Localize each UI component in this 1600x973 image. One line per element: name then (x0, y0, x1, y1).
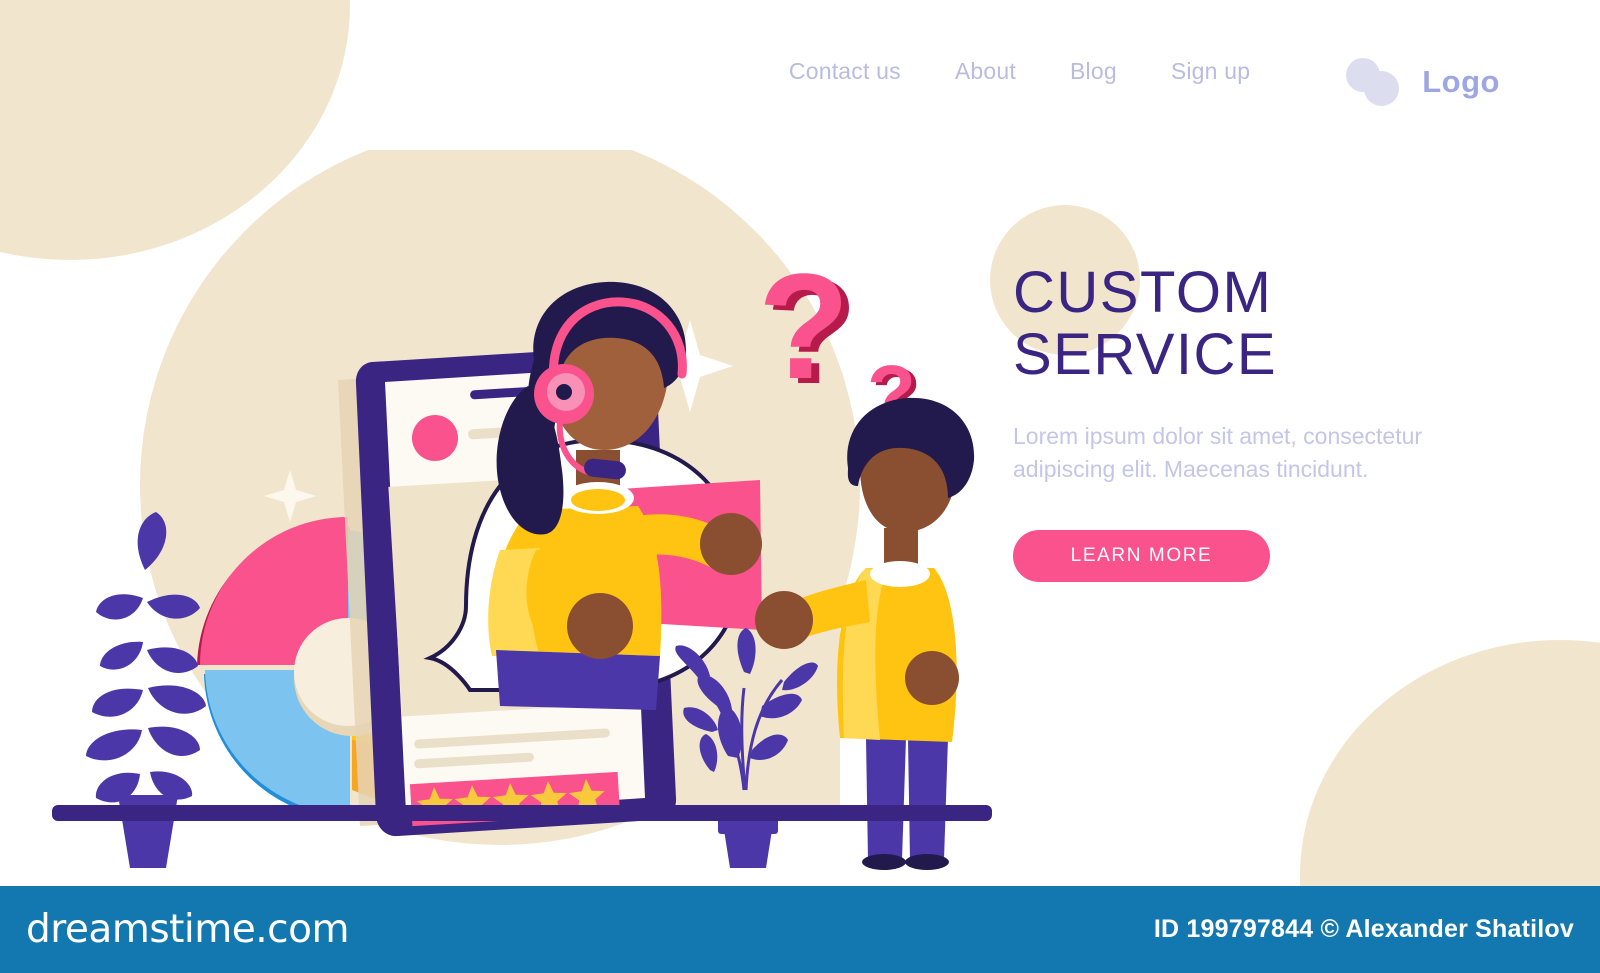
page-title-line-2: SERVICE (1013, 322, 1278, 387)
top-navigation: Contact us About Blog Sign up Logo (0, 0, 1600, 150)
nav-link-about[interactable]: About (955, 58, 1016, 85)
hero-subtitle: Lorem ipsum dolor sit amet, consectetur … (1013, 423, 1423, 482)
image-credit-label: ID 199797844 © Alexander Shatilov (1153, 915, 1574, 943)
hero-copy-block: CUSTOM SERVICE Lorem ipsum dolor sit ame… (1013, 262, 1543, 582)
page-title-line-1: CUSTOM (1013, 260, 1273, 325)
page-title: CUSTOM SERVICE (1013, 262, 1543, 386)
svg-text:?: ? (758, 242, 850, 410)
brand-name-label: Logo (1422, 64, 1500, 99)
avatar-circle-icon (412, 415, 458, 461)
brand-logo[interactable]: Logo (1346, 58, 1500, 106)
nav-link-sign-up[interactable]: Sign up (1171, 58, 1250, 85)
floor-strip (52, 805, 992, 821)
nav-link-contact-us[interactable]: Contact us (789, 58, 901, 85)
two-circles-logo-icon (1346, 58, 1404, 106)
nav-link-list: Contact us About Blog Sign up (789, 58, 1250, 85)
question-mark-large-icon: ? ? (758, 242, 858, 415)
learn-more-button[interactable]: LEARN MORE (1013, 530, 1270, 582)
dreamstime-logo-text: dreamstime.com (26, 907, 349, 952)
watermark-footer: dreamstime.com ID 199797844 © Alexander … (0, 886, 1600, 973)
nav-link-blog[interactable]: Blog (1070, 58, 1117, 85)
hero-illustration: ? ? ? ? (0, 150, 1010, 870)
